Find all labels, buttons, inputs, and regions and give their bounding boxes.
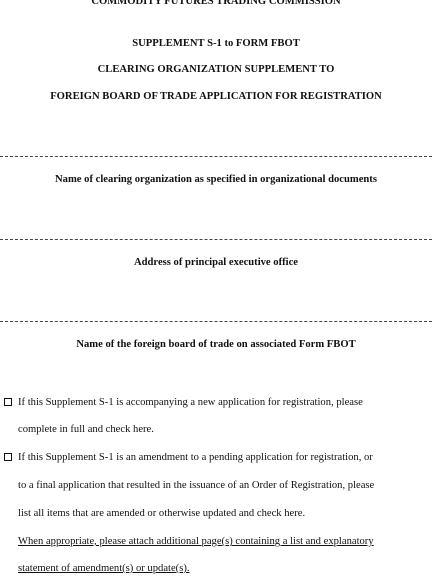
amendment-text-line-2: to a final application that resulted in … [18, 480, 375, 491]
supplement-title: SUPPLEMENT S-1 to FORM FBOT [132, 38, 300, 49]
fbot-name-label: Name of the foreign board of trade on as… [76, 339, 356, 350]
amendment-text-line-1: If this Supplement S-1 is an amendment t… [18, 452, 373, 463]
agency-heading: COMMODITY FUTURES TRADING COMMISSION [91, 0, 341, 7]
executive-office-address-label: Address of principal executive office [134, 257, 298, 268]
application-title: FOREIGN BOARD OF TRADE APPLICATION FOR R… [50, 91, 382, 102]
amendment-text-line-3: list all items that are amended or other… [18, 508, 306, 519]
fbot-name-entry-line[interactable] [0, 321, 432, 322]
new-application-text-line-2: complete in full and check here. [18, 424, 154, 435]
form-page: COMMODITY FUTURES TRADING COMMISSION SUP… [0, 0, 432, 576]
attachment-note-line-1: When appropriate, please attach addition… [18, 536, 374, 547]
clearing-org-name-label: Name of clearing organization as specifi… [55, 174, 377, 185]
clearing-org-name-entry-line[interactable] [0, 156, 432, 157]
new-application-text-line-1: If this Supplement S-1 is accompanying a… [18, 397, 363, 408]
new-application-checkbox[interactable] [4, 398, 12, 406]
executive-office-address-entry-line[interactable] [0, 239, 432, 240]
supplement-subtitle: CLEARING ORGANIZATION SUPPLEMENT TO [97, 64, 335, 75]
attachment-note-line-2: statement of amendment(s) or update(s). [18, 563, 190, 574]
amendment-checkbox[interactable] [4, 453, 12, 461]
